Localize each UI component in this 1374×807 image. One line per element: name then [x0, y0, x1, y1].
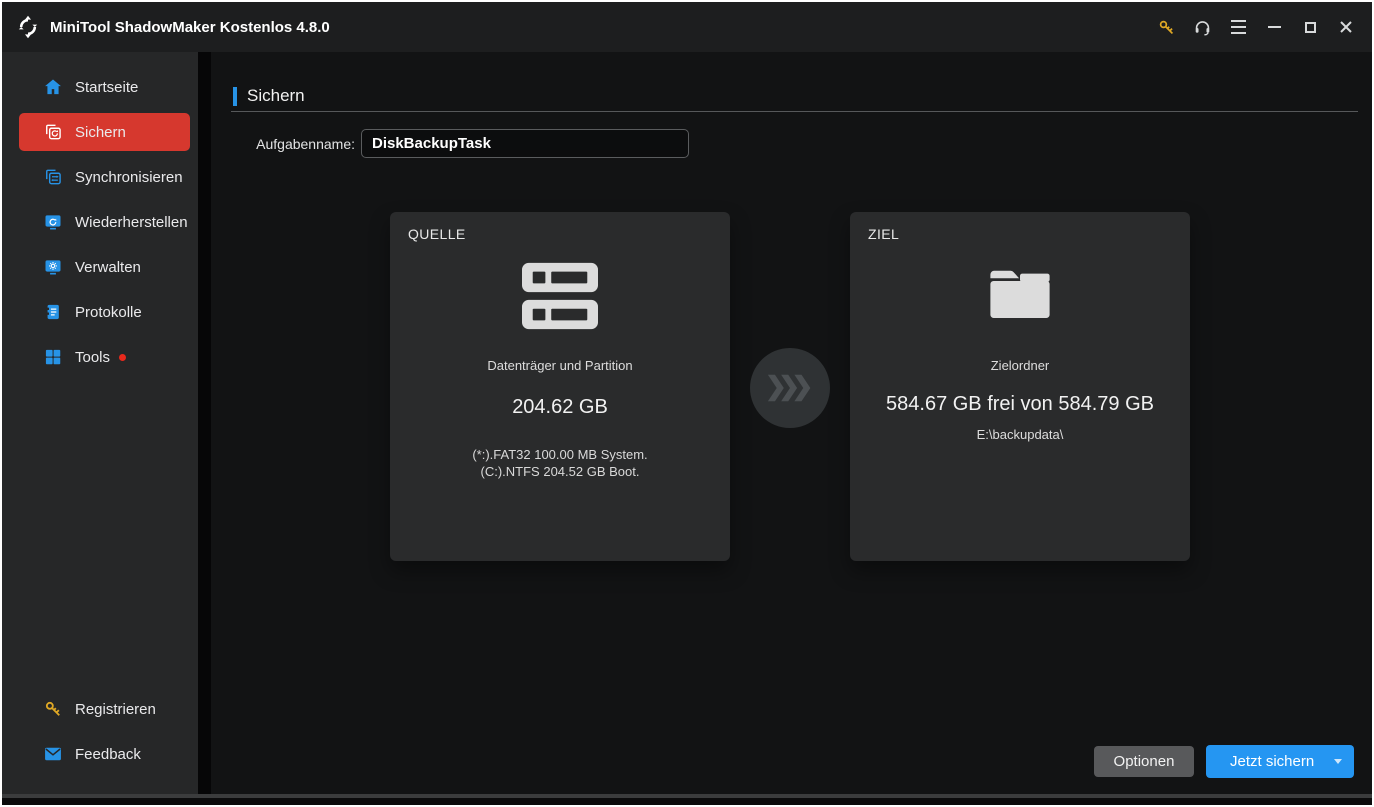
mail-icon [43, 744, 63, 764]
sidebar: Startseite Sichern Synchronisieren Wiede… [2, 52, 198, 794]
headset-icon[interactable] [1184, 11, 1220, 43]
sidebar-item-startseite[interactable]: Startseite [19, 68, 190, 106]
sidebar-item-label: Verwalten [75, 258, 141, 276]
logs-icon [43, 302, 63, 322]
home-icon [43, 77, 63, 97]
register-key-icon[interactable] [1148, 11, 1184, 43]
titlebar: MiniTool ShadowMaker Kostenlos 4.8.0 [2, 2, 1372, 52]
key-icon [43, 699, 63, 719]
target-type-label: Zielordner [990, 358, 1050, 373]
sidebar-item-label: Protokolle [75, 303, 142, 321]
disk-icon [390, 262, 730, 332]
source-partition-line: (*:).FAT32 100.00 MB System. [472, 447, 648, 462]
sidebar-nav: Startseite Sichern Synchronisieren Wiede… [2, 52, 198, 376]
target-free-space: 584.67 GB frei von 584.79 GB [886, 393, 1154, 415]
restore-icon [43, 212, 63, 232]
header-rule [231, 111, 1358, 112]
page-title-accent [233, 87, 237, 106]
sidebar-item-label: Wiederherstellen [75, 213, 188, 231]
minimize-icon[interactable] [1256, 11, 1292, 43]
sidebar-item-protokolle[interactable]: Protokolle [19, 293, 190, 331]
sidebar-footer: Registrieren Feedback [2, 690, 198, 780]
task-name-input[interactable] [361, 129, 689, 158]
sidebar-item-tools[interactable]: Tools [19, 338, 190, 376]
target-card-title: ZIEL [868, 226, 900, 242]
notification-dot [119, 353, 127, 361]
target-path: E:\backupdata\ [976, 427, 1064, 442]
sidebar-item-synchronisieren[interactable]: Synchronisieren [19, 158, 190, 196]
sidebar-item-verwalten[interactable]: Verwalten [19, 248, 190, 286]
main-content: Sichern Aufgabenname: QUELLE [211, 52, 1372, 794]
source-card[interactable]: QUELLE Datenträger und Partition 204.62 … [390, 212, 730, 561]
target-card[interactable]: ZIEL Zielordner 584.67 GB frei von 584.7… [850, 212, 1190, 561]
sidebar-item-label: Startseite [75, 78, 139, 96]
backup-icon [43, 122, 63, 142]
backup-now-button[interactable]: Jetzt sichern [1206, 745, 1354, 778]
sidebar-item-label: Registrieren [75, 700, 156, 718]
source-to-target-arrows [750, 348, 830, 428]
chevrons-icon [767, 374, 811, 402]
app-window: MiniTool ShadowMaker Kostenlos 4.8.0 Sta… [2, 2, 1372, 794]
menu-icon[interactable] [1220, 11, 1256, 43]
source-partition-line: (C:).NTFS 204.52 GB Boot. [480, 464, 640, 479]
options-button[interactable]: Optionen [1094, 746, 1194, 777]
folder-icon [850, 262, 1190, 324]
manage-icon [43, 257, 63, 277]
window-title: MiniTool ShadowMaker Kostenlos 4.8.0 [50, 18, 330, 36]
source-card-title: QUELLE [408, 226, 466, 242]
page-title: Sichern [247, 86, 305, 105]
backup-now-label: Jetzt sichern [1230, 753, 1315, 770]
sync-icon [43, 167, 63, 187]
sidebar-item-label: Tools [75, 348, 111, 366]
sidebar-content-divider [198, 52, 211, 794]
close-icon[interactable] [1328, 11, 1364, 43]
source-partition-details: (*:).FAT32 100.00 MB System. (C:).NTFS 2… [390, 446, 730, 480]
sidebar-item-wiederherstellen[interactable]: Wiederherstellen [19, 203, 190, 241]
source-type-label: Datenträger und Partition [487, 358, 633, 373]
maximize-icon[interactable] [1292, 11, 1328, 43]
chevron-down-icon[interactable] [1334, 759, 1342, 764]
titlebar-actions [1148, 11, 1364, 43]
source-size: 204.62 GB [512, 396, 608, 418]
sidebar-item-sichern[interactable]: Sichern [19, 113, 190, 151]
sidebar-item-feedback[interactable]: Feedback [19, 735, 190, 773]
taskbar-sliver [2, 798, 1372, 805]
sidebar-item-label: Synchronisieren [75, 168, 183, 186]
tools-icon [43, 347, 63, 367]
screenshot-root: MiniTool ShadowMaker Kostenlos 4.8.0 Sta… [0, 0, 1374, 807]
sidebar-item-label: Sichern [75, 123, 126, 141]
minitool-logo-icon [15, 14, 41, 40]
task-name-label: Aufgabenname: [256, 136, 355, 152]
sidebar-item-label: Feedback [75, 745, 141, 763]
sidebar-item-registrieren[interactable]: Registrieren [19, 690, 190, 728]
